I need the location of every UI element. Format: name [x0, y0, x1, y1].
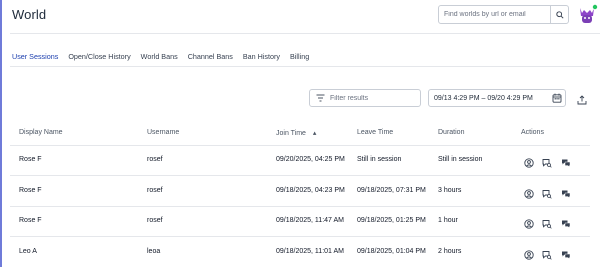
column-header-username[interactable]: Username [147, 129, 179, 136]
row-1-display-name: Rose F [19, 187, 42, 194]
view-profile-button[interactable] [524, 247, 534, 260]
row-3-leave-time: 09/18/2025, 01:04 PM [357, 248, 426, 255]
view-chat-button[interactable] [542, 216, 552, 229]
world-search [438, 5, 569, 24]
view-chat-button[interactable] [542, 186, 552, 199]
row-0-duration: Still in session [438, 156, 483, 163]
view-messages-button[interactable] [561, 216, 571, 229]
export-button[interactable] [577, 92, 587, 110]
chat-search-icon [542, 190, 552, 199]
view-messages-button[interactable] [561, 186, 571, 199]
online-status-icon [592, 4, 598, 10]
messages-icon [562, 220, 571, 229]
row-divider [10, 206, 590, 207]
column-header-display-name[interactable]: Display Name [19, 129, 63, 136]
tab-open-close-history[interactable]: Open/Close History [68, 52, 130, 67]
row-0-username: rosef [147, 156, 163, 163]
row-0-join-time: 09/20/2025, 04:25 PM [276, 156, 345, 163]
tab-channel-bans[interactable]: Channel Bans [188, 52, 233, 67]
user-avatar[interactable] [578, 4, 598, 24]
user-circle-icon [524, 189, 534, 199]
export-icon [577, 95, 587, 105]
row-divider [10, 236, 590, 237]
row-1-duration: 3 hours [438, 187, 462, 194]
tab-ban-history[interactable]: Ban History [243, 52, 280, 67]
tab-bar: User Sessions Open/Close History World B… [12, 52, 319, 67]
view-chat-button[interactable] [542, 247, 552, 260]
row-1-username: rosef [147, 187, 163, 194]
header-row-divider [10, 145, 590, 146]
row-3-username: leoa [147, 248, 161, 255]
row-3-join-time: 09/18/2025, 11:01 AM [276, 248, 344, 255]
messages-icon [562, 159, 571, 168]
user-circle-icon [524, 158, 534, 168]
column-header-join-time[interactable]: Join Time ▴ [276, 129, 316, 137]
row-2-duration: 1 hour [438, 217, 458, 224]
date-range-value: 09/13 4:29 PM – 09/20 4:29 PM [434, 94, 533, 102]
chat-search-icon [542, 159, 552, 168]
messages-icon [562, 251, 571, 260]
row-divider [10, 175, 590, 176]
row-1-join-time: 09/18/2025, 04:23 PM [276, 187, 345, 194]
row-3-duration: 2 hours [438, 248, 462, 255]
tabs-divider [10, 66, 590, 67]
row-2-username: rosef [147, 217, 163, 224]
messages-icon [562, 190, 571, 199]
view-chat-button[interactable] [542, 155, 552, 168]
user-circle-icon [524, 250, 534, 260]
view-profile-button[interactable] [524, 216, 534, 229]
filter-icon [316, 94, 325, 102]
date-range-picker[interactable]: 09/13 4:29 PM – 09/20 4:29 PM [428, 89, 566, 107]
row-0-leave-time: Still in session [357, 156, 402, 163]
chat-search-icon [542, 220, 552, 229]
column-header-join-time-label: Join Time [276, 130, 306, 137]
row-2-leave-time: 09/18/2025, 01:25 PM [357, 217, 426, 224]
tab-world-bans[interactable]: World Bans [141, 52, 178, 67]
column-header-leave-time[interactable]: Leave Time [357, 129, 393, 136]
view-profile-button[interactable] [524, 155, 534, 168]
row-0-display-name: Rose F [19, 156, 42, 163]
tab-billing[interactable]: Billing [290, 52, 309, 67]
world-search-input[interactable] [439, 11, 549, 18]
row-1-leave-time: 09/18/2025, 07:31 PM [357, 187, 426, 194]
filter-field [309, 89, 421, 107]
view-messages-button[interactable] [561, 247, 571, 260]
header-divider [10, 33, 600, 34]
column-header-actions: Actions [521, 129, 544, 136]
sort-ascending-icon: ▴ [312, 130, 317, 137]
page-title: World [12, 7, 47, 22]
calendar-button[interactable] [552, 93, 562, 105]
left-edge-rule [0, 0, 2, 267]
search-button[interactable] [550, 6, 568, 23]
user-circle-icon [524, 219, 534, 229]
search-icon [555, 10, 564, 19]
tab-user-sessions[interactable]: User Sessions [12, 52, 59, 67]
chat-search-icon [542, 251, 552, 260]
filter-input[interactable] [330, 94, 418, 102]
row-3-display-name: Leo A [19, 248, 37, 255]
view-profile-button[interactable] [524, 186, 534, 199]
row-2-join-time: 09/18/2025, 11:47 AM [276, 217, 344, 224]
column-header-duration[interactable]: Duration [438, 129, 464, 136]
calendar-icon [552, 93, 562, 103]
row-2-display-name: Rose F [19, 217, 42, 224]
view-messages-button[interactable] [561, 155, 571, 168]
